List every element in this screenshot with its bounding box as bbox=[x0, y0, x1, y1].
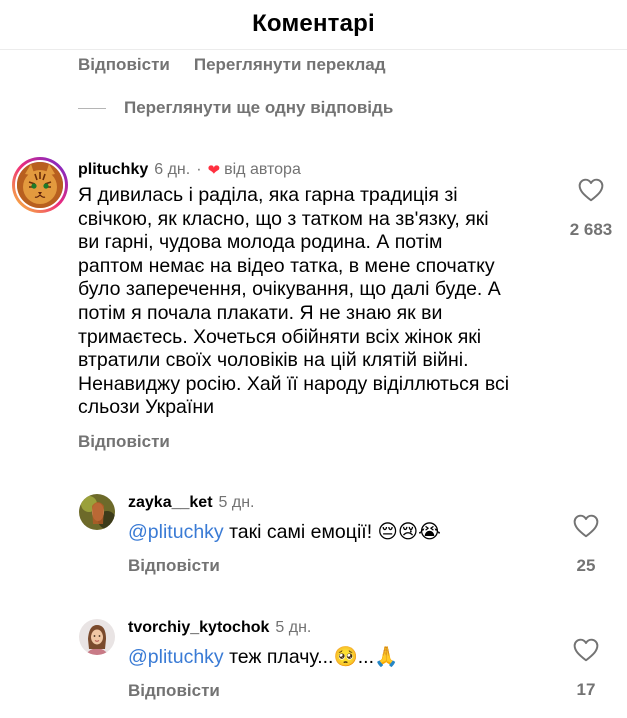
reply-body: такі самі емоції! 😔😢😭 bbox=[223, 521, 441, 543]
reply-like: 25 bbox=[550, 514, 622, 576]
heart-outline-icon[interactable] bbox=[573, 514, 599, 538]
reply-username[interactable]: tvorchiy_kytochok bbox=[128, 619, 269, 637]
like-count: 25 bbox=[576, 556, 596, 575]
author-liked-badge: від автора bbox=[224, 161, 301, 178]
reply-button[interactable]: Відповісти bbox=[128, 681, 220, 701]
comment-meta: plituchky 6 дн. · ❤ від автора bbox=[78, 161, 301, 179]
view-more-replies[interactable]: Переглянути ще одну відповідь bbox=[78, 98, 393, 118]
mention-link[interactable]: @plituchky bbox=[128, 521, 224, 543]
avatar-tvorchiy-kytochok[interactable] bbox=[79, 619, 115, 655]
see-translation-button[interactable]: Переглянути переклад bbox=[194, 55, 386, 75]
like-count: 2 683 bbox=[569, 220, 613, 239]
comment-line: Я дивилась і раділа, яка гарна традиція … bbox=[78, 184, 458, 206]
comment-line: було заперечення, очікування, що далі бу… bbox=[78, 278, 501, 301]
reply-text: @plituchky такі самі емоції! 😔😢😭 bbox=[128, 521, 548, 545]
reply-button[interactable]: Відповісти bbox=[78, 55, 170, 75]
avatar-plituchky[interactable] bbox=[12, 157, 68, 213]
comment-line: свічкою, як класно, що з татком на зв'яз… bbox=[78, 207, 489, 230]
comment-line: сльози України bbox=[78, 396, 214, 419]
reply-meta: tvorchiy_kytochok 5 дн. bbox=[128, 619, 311, 637]
comment-line: втратили своїх чоловіків на цій клятій в… bbox=[78, 349, 469, 372]
reply-text: @plituchky теж плачу...🥺...🙏 bbox=[128, 646, 548, 670]
comment-line: ви гарні, чудова молода родина. А потім bbox=[78, 231, 443, 254]
comment-time: 6 дн. bbox=[154, 161, 191, 178]
avatar-zayka-ket[interactable] bbox=[79, 494, 115, 530]
reply-meta: zayka__ket 5 дн. bbox=[128, 494, 254, 512]
comment-line: Ненавиджу росію. Хай її народу віділлють… bbox=[78, 372, 510, 395]
comment-line: тримаєтесь. Хочеться обійняти всіх жінок… bbox=[78, 325, 482, 348]
mention-link[interactable]: @plituchky bbox=[128, 646, 224, 668]
page-title: Коментарі bbox=[252, 10, 375, 37]
reply-username[interactable]: zayka__ket bbox=[128, 494, 213, 512]
avatar-image bbox=[79, 619, 115, 655]
previous-comment-actions: Відповісти Переглянути переклад bbox=[78, 55, 386, 75]
comment-like: 2 683 bbox=[555, 178, 627, 240]
comment-line: потім я почала плакати. Я не знаю як ви bbox=[78, 301, 443, 324]
like-count: 17 bbox=[576, 680, 596, 699]
avatar-image bbox=[79, 494, 115, 530]
heart-outline-icon[interactable] bbox=[573, 638, 599, 662]
reply-button[interactable]: Відповісти bbox=[128, 556, 220, 576]
heart-filled-icon: ❤ bbox=[207, 162, 221, 179]
meta-separator: · bbox=[196, 161, 202, 178]
header: Коментарі bbox=[0, 0, 627, 50]
reply-like: 17 bbox=[550, 638, 622, 700]
divider bbox=[78, 107, 106, 109]
view-more-replies-label: Переглянути ще одну відповідь bbox=[124, 98, 394, 117]
comment-line: раптом немає на відео татка, в мене споч… bbox=[78, 254, 495, 277]
reply-time: 5 дн. bbox=[218, 494, 255, 511]
heart-outline-icon[interactable] bbox=[578, 178, 604, 202]
reply-body: теж плачу...🥺...🙏 bbox=[223, 646, 399, 668]
cat-avatar-image bbox=[15, 160, 65, 210]
comment-username[interactable]: plituchky bbox=[78, 161, 148, 179]
reply-button[interactable]: Відповісти bbox=[78, 432, 170, 452]
reply-time: 5 дн. bbox=[275, 619, 312, 636]
comment-text: Я дивилась і раділа, яка гарна традиція … bbox=[78, 184, 558, 420]
